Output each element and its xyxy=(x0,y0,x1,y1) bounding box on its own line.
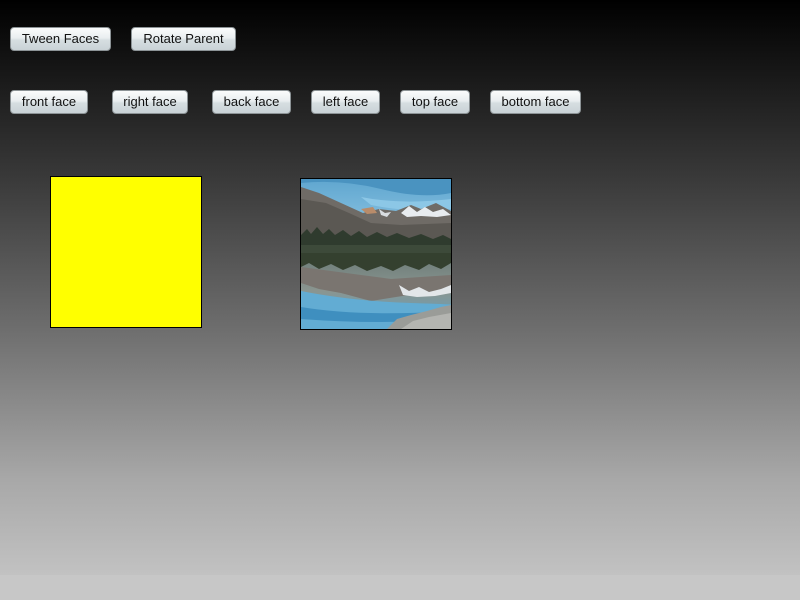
mountain-lake-image xyxy=(301,179,451,329)
background-bottom-band xyxy=(0,575,800,600)
right-face-button[interactable]: right face xyxy=(112,90,188,114)
tween-faces-button[interactable]: Tween Faces xyxy=(10,27,111,51)
back-face-button[interactable]: back face xyxy=(212,90,291,114)
left-face-button[interactable]: left face xyxy=(311,90,380,114)
rotate-parent-button[interactable]: Rotate Parent xyxy=(131,27,236,51)
photo-face[interactable] xyxy=(300,178,452,330)
top-face-button[interactable]: top face xyxy=(400,90,470,114)
bottom-face-button[interactable]: bottom face xyxy=(490,90,581,114)
yellow-face[interactable] xyxy=(50,176,202,328)
front-face-button[interactable]: front face xyxy=(10,90,88,114)
